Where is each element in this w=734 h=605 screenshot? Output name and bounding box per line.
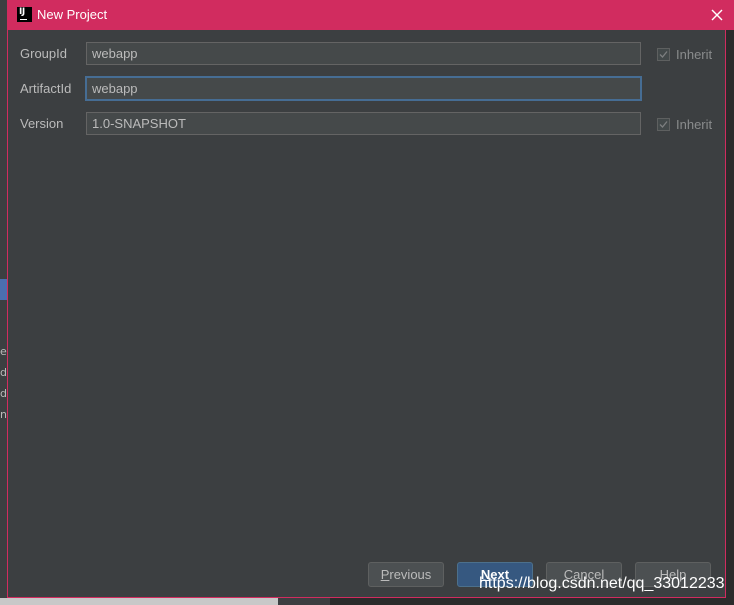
checkbox[interactable] xyxy=(657,48,670,61)
artifactid-label: ArtifactId xyxy=(20,81,72,96)
new-project-dialog: IJ New Project GroupId Inherit Arti xyxy=(7,0,734,598)
groupid-field[interactable] xyxy=(86,42,641,65)
background-ide-right xyxy=(726,30,734,605)
dialog-title: New Project xyxy=(37,7,108,22)
intellij-app-icon: IJ xyxy=(17,7,32,22)
close-icon xyxy=(711,9,723,21)
version-field[interactable] xyxy=(86,112,641,135)
groupid-label: GroupId xyxy=(20,46,67,61)
version-inherit-checkbox[interactable]: Inherit xyxy=(657,117,712,132)
artifactid-field[interactable] xyxy=(85,76,642,101)
inherit-label: Inherit xyxy=(676,117,713,132)
background-ide-bottom xyxy=(278,598,330,605)
watermark-text: https://blog.csdn.net/qq_33012233 xyxy=(479,575,725,592)
checkbox[interactable] xyxy=(657,118,670,131)
previous-button[interactable]: Previous xyxy=(368,562,444,587)
dialog-titlebar[interactable]: IJ New Project xyxy=(7,0,734,30)
version-label: Version xyxy=(20,116,64,131)
screen: e d d n IJ New Project GroupId webapp In… xyxy=(0,0,734,605)
background-ide-bottom xyxy=(330,598,734,605)
previous-label-rest: revious xyxy=(389,567,432,582)
inherit-label: Inherit xyxy=(676,47,713,62)
checkmark-icon xyxy=(659,121,668,128)
groupid-inherit-checkbox[interactable]: Inherit xyxy=(657,47,712,62)
background-ide-bottom xyxy=(0,598,278,605)
checkmark-icon xyxy=(659,51,668,58)
close-button[interactable] xyxy=(708,6,726,24)
